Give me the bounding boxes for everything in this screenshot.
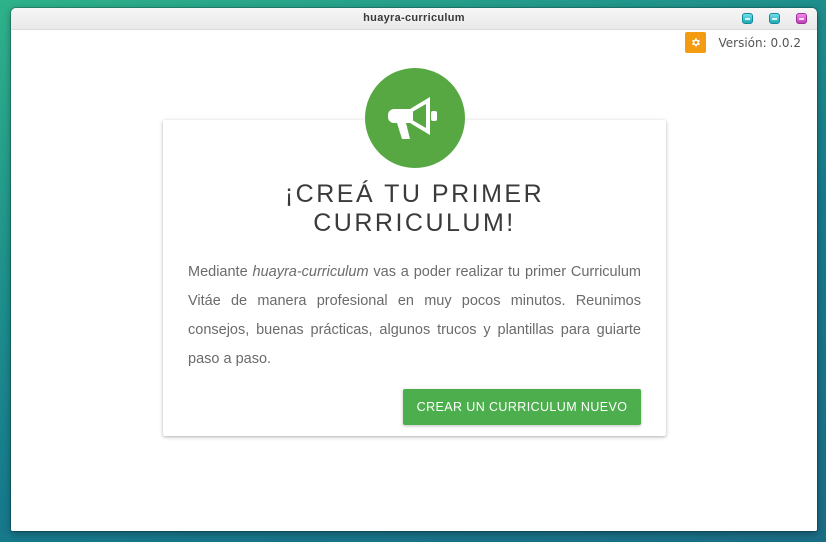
gear-icon	[692, 38, 701, 47]
version-bar: Versión: 0.0.2	[685, 32, 801, 53]
description-prefix: Mediante	[188, 264, 253, 280]
window-title: huayra-curriculum	[363, 12, 465, 24]
close-button[interactable]	[796, 13, 807, 24]
card-title: ¡CREÁ TU PRIMER CURRICULUM!	[163, 180, 666, 238]
megaphone-badge	[365, 68, 465, 168]
card-description: Mediante huayra-curriculum vas a poder r…	[188, 258, 641, 374]
maximize-button[interactable]	[769, 13, 780, 24]
megaphone-icon	[388, 97, 437, 139]
create-curriculum-button[interactable]: CREAR UN CURRICULUM NUEVO	[403, 389, 641, 425]
settings-button[interactable]	[685, 32, 707, 53]
minimize-button[interactable]	[742, 13, 753, 24]
window-titlebar[interactable]: huayra-curriculum	[11, 8, 817, 30]
card-title-line2: CURRICULUM!	[313, 209, 516, 237]
description-app-name: huayra-curriculum	[252, 264, 369, 280]
app-window: huayra-curriculum Versión: 0.0.2 ¡CREÁ T…	[11, 8, 817, 531]
window-controls	[742, 13, 807, 24]
desktop-background: huayra-curriculum Versión: 0.0.2 ¡CREÁ T…	[0, 0, 826, 542]
card-title-line1: ¡CREÁ TU PRIMER	[284, 180, 545, 208]
main-content: Versión: 0.0.2 ¡CREÁ TU PRIMER CURRICULU…	[11, 30, 817, 531]
version-label: Versión: 0.0.2	[718, 35, 801, 50]
